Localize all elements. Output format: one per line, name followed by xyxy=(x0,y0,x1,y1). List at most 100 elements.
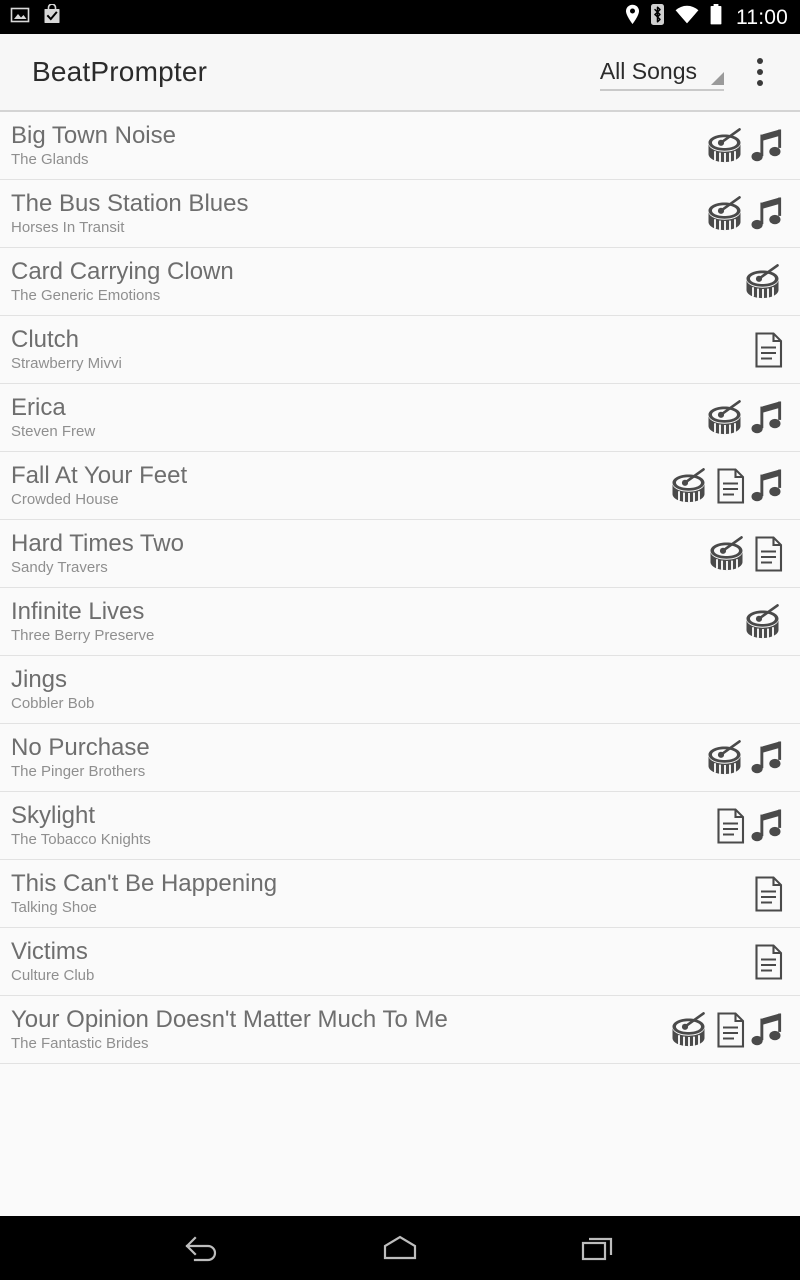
overflow-dot xyxy=(757,80,763,86)
song-list-item[interactable]: Fall At Your Feet Crowded House xyxy=(0,452,800,520)
action-bar: BeatPrompter All Songs xyxy=(0,34,800,112)
song-feature-icons xyxy=(668,466,786,506)
song-list-item[interactable]: No Purchase The Pinger Brothers xyxy=(0,724,800,792)
music-note-icon xyxy=(750,1010,786,1050)
status-bar: 11:00 xyxy=(0,0,800,34)
spinner-selected-value: All Songs xyxy=(599,58,697,84)
song-artist: Talking Shoe xyxy=(11,900,97,917)
song-list-item[interactable]: Big Town Noise The Glands xyxy=(0,112,800,180)
battery-icon xyxy=(710,4,722,30)
song-title: The Bus Station Blues xyxy=(11,190,249,217)
song-title: Jings xyxy=(11,666,68,693)
song-text-block: Your Opinion Doesn't Matter Much To Me Th… xyxy=(11,1007,658,1052)
drum-icon xyxy=(668,1010,712,1050)
wifi-icon xyxy=(675,5,699,29)
song-title: Erica xyxy=(11,394,66,421)
song-feature-icons xyxy=(752,330,786,370)
song-artist: The Glands xyxy=(11,152,89,169)
song-list-item[interactable]: Erica Steven Frew xyxy=(0,384,800,452)
music-note-icon xyxy=(750,806,786,846)
song-feature-icons xyxy=(706,534,786,574)
song-list-item[interactable]: Skylight The Tobacco Knights xyxy=(0,792,800,860)
song-artist: Steven Frew xyxy=(11,424,96,441)
song-artist: The Tobacco Knights xyxy=(11,832,151,849)
song-text-block: The Bus Station Blues Horses In Transit xyxy=(11,191,694,236)
drum-icon xyxy=(668,466,712,506)
dropdown-triangle-icon xyxy=(711,72,724,85)
drum-icon xyxy=(704,738,748,778)
song-feature-icons xyxy=(668,1010,786,1050)
song-feature-icons xyxy=(752,942,786,982)
song-list-item[interactable]: Victims Culture Club xyxy=(0,928,800,996)
song-list-item[interactable]: Infinite Lives Three Berry Preserve xyxy=(0,588,800,656)
songlist-filter-spinner[interactable]: All Songs xyxy=(596,53,730,91)
song-title: Hard Times Two xyxy=(11,530,184,557)
document-icon xyxy=(714,806,748,846)
song-list-item[interactable]: This Can't Be Happening Talking Shoe xyxy=(0,860,800,928)
song-feature-icons xyxy=(704,398,786,438)
song-artist: The Generic Emotions xyxy=(11,288,161,305)
song-feature-icons xyxy=(714,806,786,846)
song-list-item[interactable]: Hard Times Two Sandy Travers xyxy=(0,520,800,588)
status-bar-system-icons: 11:00 xyxy=(625,4,788,30)
song-text-block: This Can't Be Happening Talking Shoe xyxy=(11,871,742,916)
status-bar-clock: 11:00 xyxy=(736,5,788,29)
song-title: Clutch xyxy=(11,326,80,353)
drum-icon xyxy=(742,602,786,642)
song-text-block: Jings Cobbler Bob xyxy=(11,667,776,712)
song-artist: Crowded House xyxy=(11,492,119,509)
location-pin-icon xyxy=(625,4,640,30)
song-list-item[interactable]: Clutch Strawberry Mivvi xyxy=(0,316,800,384)
recents-nav-icon[interactable] xyxy=(564,1216,632,1280)
drum-icon xyxy=(742,262,786,302)
screenshot-image-icon xyxy=(10,5,30,30)
song-text-block: No Purchase The Pinger Brothers xyxy=(11,735,694,780)
song-list-item[interactable]: Your Opinion Doesn't Matter Much To Me Th… xyxy=(0,996,800,1064)
song-artist: Horses In Transit xyxy=(11,220,125,237)
song-text-block: Clutch Strawberry Mivvi xyxy=(11,327,742,372)
drum-icon xyxy=(704,398,748,438)
song-text-block: Infinite Lives Three Berry Preserve xyxy=(11,599,732,644)
music-note-icon xyxy=(750,466,786,506)
drum-icon xyxy=(706,534,750,574)
app-title: BeatPrompter xyxy=(32,56,208,87)
song-list-item[interactable]: Card Carrying Clown The Generic Emotions xyxy=(0,248,800,316)
status-bar-notification-icons xyxy=(10,2,62,31)
document-icon xyxy=(752,874,786,914)
song-feature-icons xyxy=(742,262,786,302)
overflow-menu-icon[interactable] xyxy=(738,46,782,98)
spinner-underline xyxy=(599,89,724,91)
song-artist: Cobbler Bob xyxy=(11,696,95,713)
song-title: Infinite Lives xyxy=(11,598,145,625)
android-screen: 11:00 BeatPrompter All Songs Big Town No… xyxy=(0,0,800,1280)
song-title: Skylight xyxy=(11,802,96,829)
app-install-bag-icon xyxy=(42,2,62,31)
song-artist: Culture Club xyxy=(11,968,95,985)
home-nav-icon[interactable] xyxy=(366,1216,434,1280)
song-text-block: Skylight The Tobacco Knights xyxy=(11,803,704,848)
song-title: No Purchase xyxy=(11,734,150,761)
music-note-icon xyxy=(750,194,786,234)
drum-icon xyxy=(704,126,748,166)
document-icon xyxy=(752,942,786,982)
drum-icon xyxy=(704,194,748,234)
document-icon xyxy=(752,330,786,370)
song-list[interactable]: Big Town Noise The Glands The Bus Station … xyxy=(0,112,800,1216)
overflow-dot xyxy=(757,58,763,64)
song-text-block: Victims Culture Club xyxy=(11,939,742,984)
song-feature-icons xyxy=(742,602,786,642)
document-icon xyxy=(714,466,748,506)
song-list-item[interactable]: The Bus Station Blues Horses In Transit xyxy=(0,180,800,248)
music-note-icon xyxy=(750,126,786,166)
back-nav-icon[interactable] xyxy=(168,1216,236,1280)
document-icon xyxy=(714,1010,748,1050)
song-list-item[interactable]: Jings Cobbler Bob xyxy=(0,656,800,724)
song-title: Your Opinion Doesn't Matter Much To Me xyxy=(11,1006,448,1033)
song-title: This Can't Be Happening xyxy=(11,870,278,897)
song-text-block: Fall At Your Feet Crowded House xyxy=(11,463,658,508)
song-artist: Three Berry Preserve xyxy=(11,628,155,645)
song-title: Big Town Noise xyxy=(11,122,176,149)
song-text-block: Big Town Noise The Glands xyxy=(11,123,694,168)
song-text-block: Hard Times Two Sandy Travers xyxy=(11,531,696,576)
action-bar-controls: All Songs xyxy=(596,46,782,98)
